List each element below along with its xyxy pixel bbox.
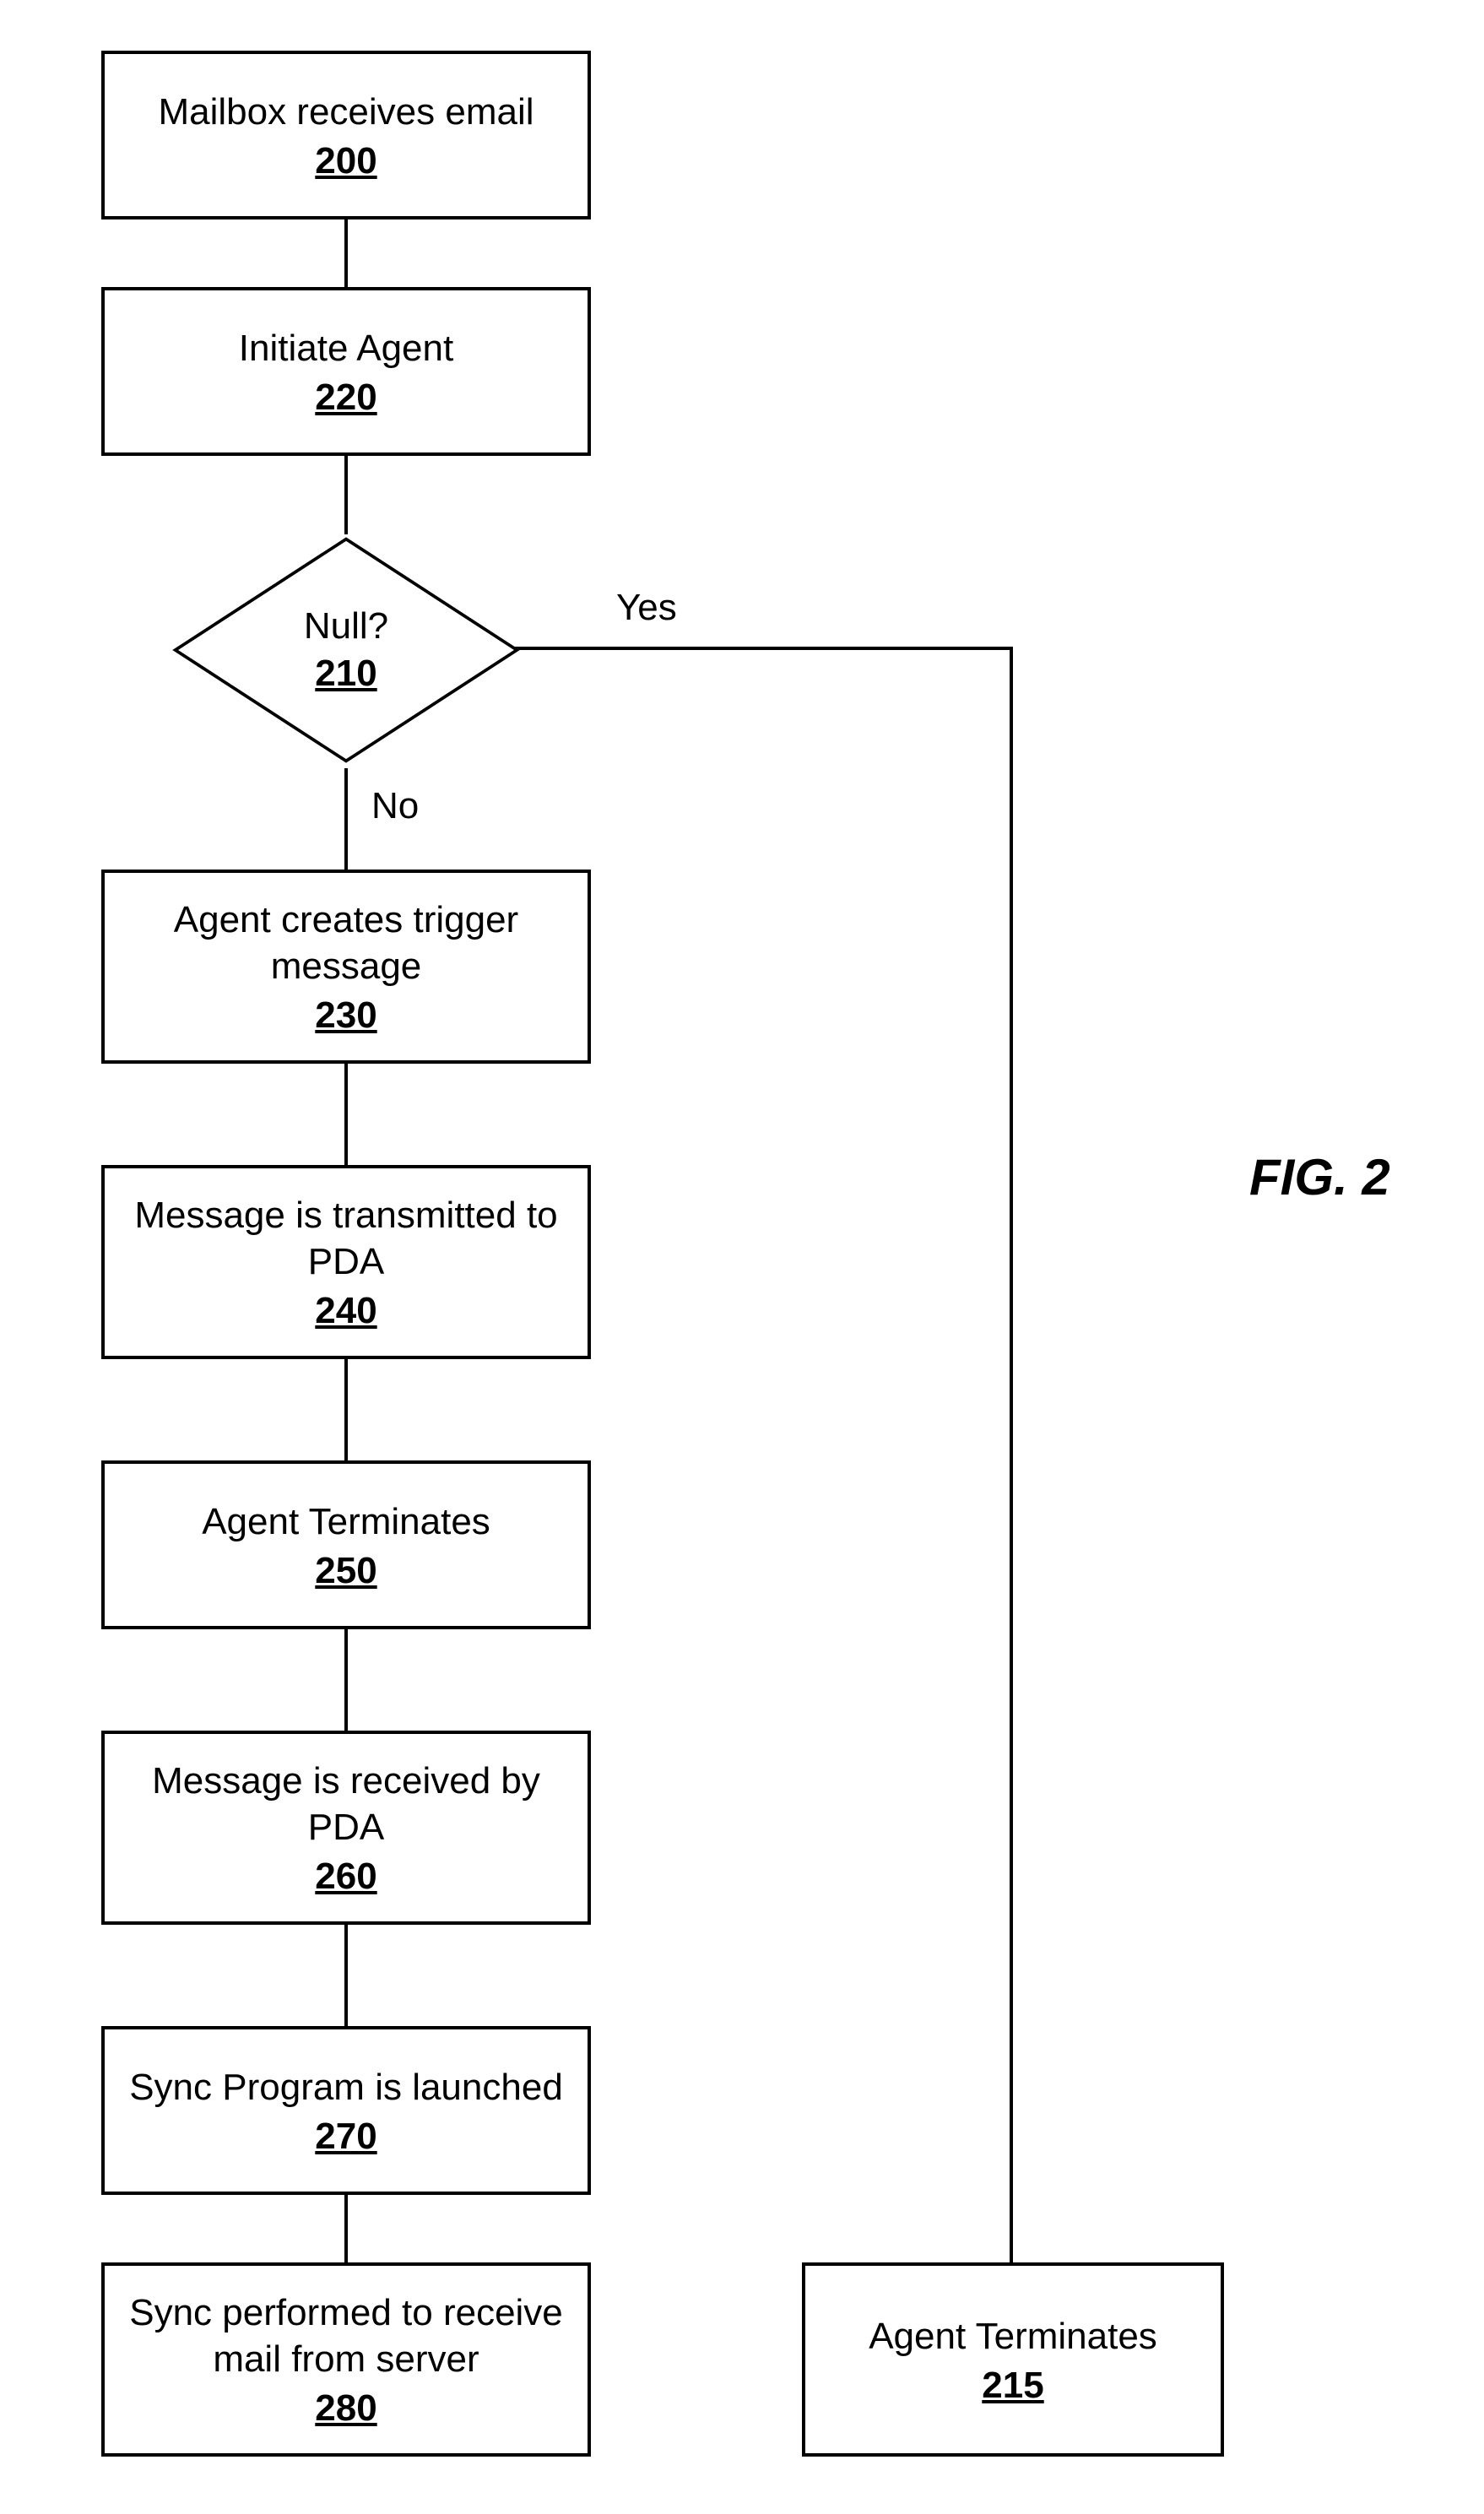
box-230: Agent creates trigger message 230 <box>101 870 591 1064</box>
box-230-num: 230 <box>315 994 376 1037</box>
box-200-label: Mailbox receives email <box>158 89 533 135</box>
box-220-num: 220 <box>315 377 376 419</box>
box-200: Mailbox receives email 200 <box>101 51 591 219</box>
box-280: Sync performed to receive mail from serv… <box>101 2262 591 2457</box>
figure-label: FIG. 2 <box>1249 1148 1390 1206</box>
box-280-label: Sync performed to receive mail from serv… <box>122 2289 571 2382</box>
flowchart-canvas: FIG. 2 Mailbox receives email 200 Initia… <box>0 0 1484 2514</box>
connector <box>344 1064 348 1165</box>
connector <box>344 768 348 870</box>
edge-label-yes: Yes <box>616 587 677 629</box>
box-250-num: 250 <box>315 1550 376 1592</box>
box-260: Message is received by PDA 260 <box>101 1731 591 1925</box>
box-200-num: 200 <box>315 140 376 182</box>
box-260-num: 260 <box>315 1856 376 1898</box>
box-215: Agent Terminates 215 <box>802 2262 1224 2457</box>
box-240-num: 240 <box>315 1290 376 1332</box>
box-215-num: 215 <box>982 2365 1043 2407</box>
box-270-label: Sync Program is launched <box>129 2064 563 2110</box>
box-260-label: Message is received by PDA <box>122 1758 571 1850</box>
connector <box>344 1359 348 1460</box>
box-250-label: Agent Terminates <box>202 1498 490 1545</box>
connector <box>1010 647 1013 2262</box>
connector <box>344 2195 348 2262</box>
box-280-num: 280 <box>315 2387 376 2430</box>
box-250: Agent Terminates 250 <box>101 1460 591 1629</box>
box-240: Message is transmitted to PDA 240 <box>101 1165 591 1359</box>
box-220-label: Initiate Agent <box>239 325 453 371</box>
connector <box>344 219 348 287</box>
decision-210-num: 210 <box>315 653 376 695</box>
decision-210-label: Null? <box>304 605 388 647</box>
connector <box>515 647 1013 650</box>
box-215-label: Agent Terminates <box>869 2313 1157 2360</box>
connector <box>344 1925 348 2026</box>
edge-label-no: No <box>371 785 419 827</box>
decision-210: Null? 210 <box>135 523 557 777</box>
connector <box>344 1629 348 1731</box>
box-230-label: Agent creates trigger message <box>122 897 571 989</box>
box-270-num: 270 <box>315 2116 376 2158</box>
box-240-label: Message is transmitted to PDA <box>122 1192 571 1285</box>
box-220: Initiate Agent 220 <box>101 287 591 456</box>
box-270: Sync Program is launched 270 <box>101 2026 591 2195</box>
